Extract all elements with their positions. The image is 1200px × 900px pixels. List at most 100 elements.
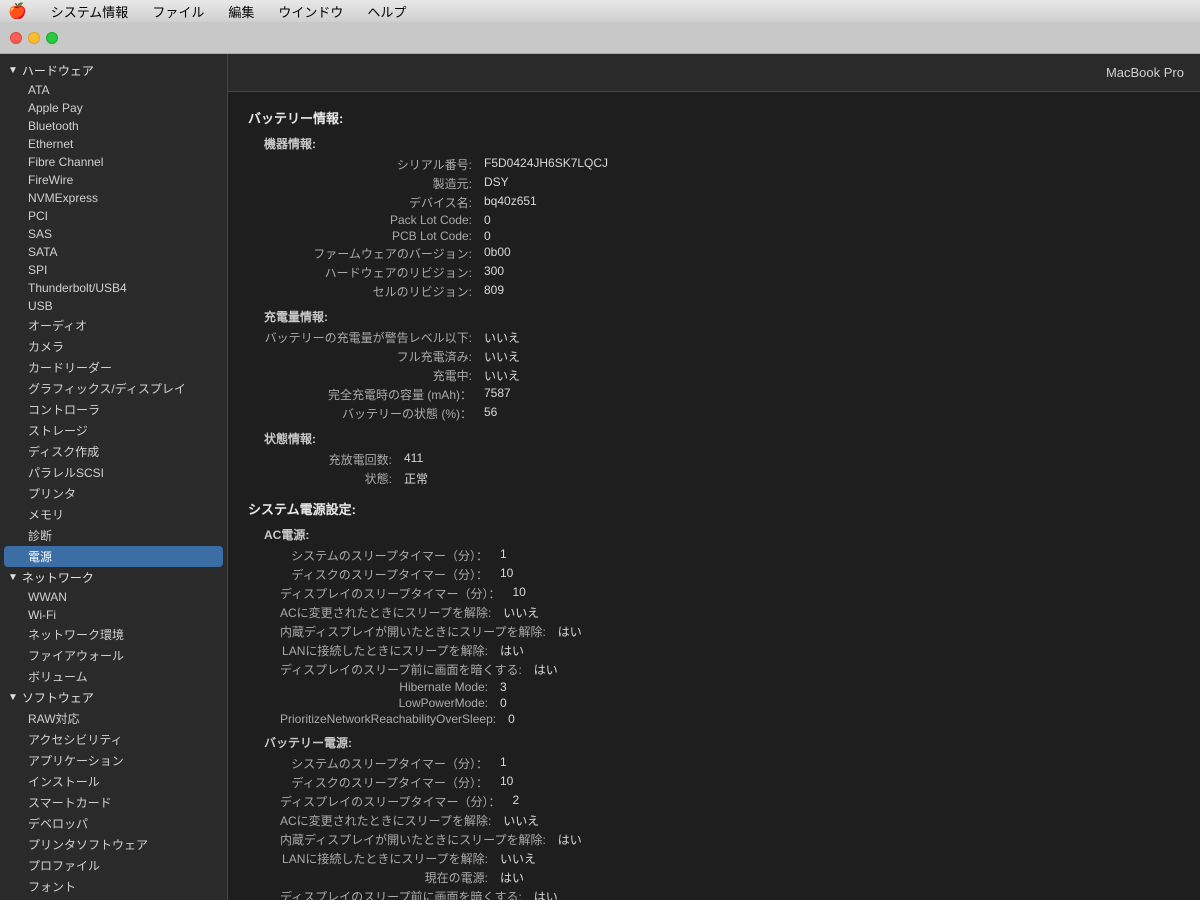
maximize-button[interactable]: [46, 32, 58, 44]
sidebar-item-applications[interactable]: アプリケーション: [0, 750, 227, 771]
menu-window[interactable]: ウインドウ: [274, 2, 347, 21]
content-area: バッテリー情報: 機器情報: シリアル番号: F5D0424JH6SK7LQCJ…: [228, 92, 1200, 900]
menu-help[interactable]: ヘルプ: [363, 2, 410, 21]
sidebar-item-pci[interactable]: PCI: [0, 207, 227, 225]
sidebar-item-graphics[interactable]: グラフィックス/ディスプレイ: [0, 378, 227, 399]
sidebar-item-profiles[interactable]: プロファイル: [0, 855, 227, 876]
sidebar-item-memory[interactable]: メモリ: [0, 504, 227, 525]
sidebar-item-raw[interactable]: RAW対応: [0, 708, 227, 729]
charge-info-subtitle: 充電量情報:: [248, 308, 1180, 325]
sidebar-item-printer-sw[interactable]: プリンタソフトウェア: [0, 834, 227, 855]
pack-lot-label: Pack Lot Code:: [264, 213, 484, 227]
pcb-lot-row: PCB Lot Code: 0: [264, 229, 1180, 243]
menu-file[interactable]: ファイル: [148, 2, 208, 21]
sidebar-item-controller[interactable]: コントローラ: [0, 399, 227, 420]
ac-low-power-row: LowPowerMode: 0: [280, 696, 1180, 710]
ac-display-sleep-row: ディスプレイのスリープタイマー（分）： 10: [280, 585, 1180, 602]
sidebar-item-parallel-scsi[interactable]: パラレルSCSI: [0, 462, 227, 483]
sidebar-item-nvmexpress[interactable]: NVMExpress: [0, 189, 227, 207]
ac-hibernate-mode-value: 3: [500, 680, 507, 694]
sidebar-item-storage[interactable]: ストレージ: [0, 420, 227, 441]
sidebar-item-camera[interactable]: カメラ: [0, 336, 227, 357]
software-section-header[interactable]: ▼ ソフトウェア: [0, 687, 227, 708]
main-container: ▼ ハードウェア ATA Apple Pay Bluetooth Etherne…: [0, 54, 1200, 900]
condition-label: 状態:: [264, 470, 404, 487]
battery-info-title: バッテリー情報:: [248, 108, 1180, 127]
sidebar-item-wwan[interactable]: WWAN: [0, 588, 227, 606]
sidebar-item-diagnostics[interactable]: 診断: [0, 525, 227, 546]
firmware-row: ファームウェアのバージョン: 0b00: [264, 245, 1180, 262]
bat-wake-on-ac-row: ACに変更されたときにスリープを解除: いいえ: [280, 812, 1180, 829]
ac-disk-sleep-row: ディスクのスリープタイマー（分）： 10: [280, 566, 1180, 583]
sidebar-item-thunderbolt[interactable]: Thunderbolt/USB4: [0, 279, 227, 297]
discharge-count-value: 411: [404, 451, 423, 468]
minimize-button[interactable]: [28, 32, 40, 44]
bat-dim-display-row: ディスプレイのスリープ前に画面を暗くする: はい: [280, 888, 1180, 900]
menu-system-info[interactable]: システム情報: [47, 2, 133, 21]
manufacturer-label: 製造元:: [264, 175, 484, 192]
manufacturer-value: DSY: [484, 175, 509, 192]
apple-menu[interactable]: 🍎: [8, 2, 27, 20]
sidebar-item-apple-pay[interactable]: Apple Pay: [0, 99, 227, 117]
sidebar-item-usb[interactable]: USB: [0, 297, 227, 315]
software-chevron: ▼: [8, 692, 18, 703]
sidebar-item-ata[interactable]: ATA: [0, 81, 227, 99]
pack-lot-row: Pack Lot Code: 0: [264, 213, 1180, 227]
device-name-label: デバイス名:: [264, 194, 484, 211]
ac-prioritize-row: PrioritizeNetworkReachabilityOverSleep: …: [280, 712, 1180, 726]
sidebar-item-wifi[interactable]: Wi-Fi: [0, 606, 227, 624]
sidebar-item-firewire[interactable]: FireWire: [0, 171, 227, 189]
sidebar-item-volume[interactable]: ボリューム: [0, 666, 227, 687]
ac-dim-display-label: ディスプレイのスリープ前に画面を暗くする:: [280, 661, 534, 678]
sidebar-item-developer[interactable]: デベロッパ: [0, 813, 227, 834]
hardware-section-label: ハードウェア: [22, 62, 94, 79]
close-button[interactable]: [10, 32, 22, 44]
software-section-label: ソフトウェア: [22, 689, 94, 706]
sidebar-item-sata[interactable]: SATA: [0, 243, 227, 261]
sidebar-item-install[interactable]: インストール: [0, 771, 227, 792]
battery-health-row: バッテリーの状態 (%)： 56: [264, 405, 1180, 422]
sidebar-item-fibre[interactable]: Fibre Channel: [0, 153, 227, 171]
hardware-chevron: ▼: [8, 65, 18, 76]
hardware-section-header[interactable]: ▼ ハードウェア: [0, 60, 227, 81]
ac-dim-display-value: はい: [534, 661, 558, 678]
fully-charged-row: フル充電済み: いいえ: [264, 348, 1180, 365]
sidebar-item-firewall[interactable]: ファイアウォール: [0, 645, 227, 666]
network-section-label: ネットワーク: [22, 569, 94, 586]
menu-edit[interactable]: 編集: [224, 2, 258, 21]
pcb-lot-label: PCB Lot Code:: [264, 229, 484, 243]
sidebar-item-network-env[interactable]: ネットワーク環境: [0, 624, 227, 645]
bat-dim-display-label: ディスプレイのスリープ前に画面を暗くする:: [280, 888, 534, 900]
bat-disk-sleep-label: ディスクのスリープタイマー（分）：: [280, 774, 500, 791]
hardware-rev-row: ハードウェアのリビジョン: 300: [264, 264, 1180, 281]
bat-wake-on-ac-value: いいえ: [503, 812, 539, 829]
condition-value: 正常: [404, 470, 428, 487]
sidebar-item-fonts[interactable]: フォント: [0, 876, 227, 897]
sidebar-item-card-reader[interactable]: カードリーダー: [0, 357, 227, 378]
bat-system-sleep-label: システムのスリープタイマー（分）：: [280, 755, 500, 772]
sidebar-item-spi[interactable]: SPI: [0, 261, 227, 279]
sidebar-item-printer[interactable]: プリンタ: [0, 483, 227, 504]
ac-display-sleep-label: ディスプレイのスリープタイマー（分）：: [280, 585, 512, 602]
pcb-lot-value: 0: [484, 229, 491, 243]
sidebar-item-ethernet[interactable]: Ethernet: [0, 135, 227, 153]
charge-info-table: バッテリーの充電量が警告レベル以下: いいえ フル充電済み: いいえ 充電中: …: [248, 329, 1180, 422]
sidebar-item-accessibility[interactable]: アクセシビリティ: [0, 729, 227, 750]
sidebar-item-bluetooth[interactable]: Bluetooth: [0, 117, 227, 135]
full-charge-capacity-value: 7587: [484, 386, 511, 403]
battery-health-value: 56: [484, 405, 497, 422]
sidebar-item-smartcard[interactable]: スマートカード: [0, 792, 227, 813]
device-name-row: デバイス名: bq40z651: [264, 194, 1180, 211]
sidebar-item-disk-create[interactable]: ディスク作成: [0, 441, 227, 462]
fully-charged-value: いいえ: [484, 348, 520, 365]
network-section-header[interactable]: ▼ ネットワーク: [0, 567, 227, 588]
sidebar-item-power[interactable]: 電源: [4, 546, 223, 567]
current-power-source-value: はい: [500, 869, 524, 886]
warning-level-row: バッテリーの充電量が警告レベル以下: いいえ: [264, 329, 1180, 346]
ac-low-power-label: LowPowerMode:: [280, 696, 500, 710]
serial-value: F5D0424JH6SK7LQCJ: [484, 156, 608, 173]
sidebar-item-audio[interactable]: オーディオ: [0, 315, 227, 336]
pack-lot-value: 0: [484, 213, 491, 227]
bat-wake-on-lan-row: LANに接続したときにスリープを解除: いいえ: [280, 850, 1180, 867]
sidebar-item-sas[interactable]: SAS: [0, 225, 227, 243]
